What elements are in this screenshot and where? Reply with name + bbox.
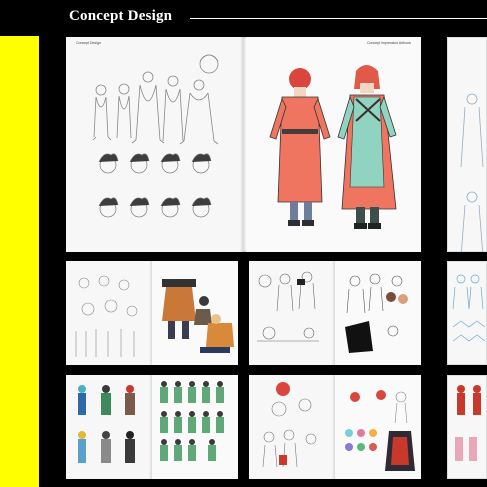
header-divider	[190, 18, 487, 19]
character-sketches	[257, 271, 319, 342]
green-outfit-grid	[160, 381, 224, 461]
character-side-view	[337, 65, 397, 229]
book-spread-partial-top	[447, 37, 487, 252]
sketch-figure-1	[92, 84, 112, 141]
blue-sketches	[452, 274, 486, 342]
book-spread-colored-2	[249, 375, 421, 479]
right-page	[335, 375, 421, 479]
right-page	[152, 375, 238, 479]
sketch-figure-2	[116, 83, 132, 139]
character-sketches	[75, 275, 138, 357]
sketch-page-partial	[460, 93, 484, 252]
face-sketch-grid	[98, 153, 212, 218]
left-page: Concept Design	[66, 37, 243, 252]
left-page	[249, 375, 335, 479]
character-front-view	[269, 68, 331, 226]
book-spread-sketches-2	[249, 261, 421, 365]
character-turnaround	[269, 65, 397, 229]
ink-sketches	[345, 273, 408, 353]
colored-head-studies	[345, 390, 415, 471]
sketch-figure-5	[179, 79, 219, 145]
accent-bar	[0, 36, 39, 487]
colored-characters	[162, 279, 234, 353]
lineup-sketches	[92, 54, 219, 218]
left-page	[249, 261, 335, 365]
left-page	[66, 261, 152, 365]
sketch-figure-4	[162, 75, 184, 142]
right-page: Concept Impression Artbook	[246, 37, 421, 252]
left-page	[66, 375, 152, 479]
book-spread-partial-middle	[447, 261, 487, 365]
face-studies	[262, 382, 317, 468]
book-spread-sketches-1	[66, 261, 238, 365]
right-page	[335, 261, 421, 365]
book-spread-colored-1	[66, 375, 238, 479]
book-spread-partial-bottom	[447, 375, 487, 479]
main-book-spread: Concept Design Concept Impression Artboo…	[66, 37, 421, 252]
right-page	[152, 261, 238, 365]
colored-character-lineup	[78, 385, 135, 463]
red-character-lineup	[455, 385, 481, 461]
section-title: Concept Design	[69, 8, 173, 24]
sketch-figure-3	[131, 71, 165, 144]
sketch-head-large	[199, 54, 219, 74]
